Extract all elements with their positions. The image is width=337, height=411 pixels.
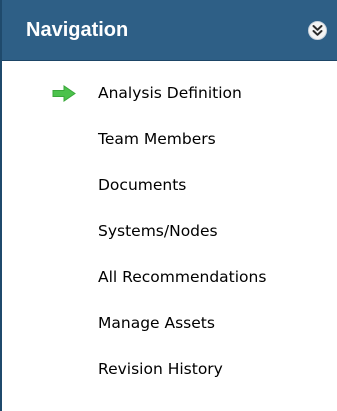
nav-item-label: Documents	[98, 176, 187, 194]
nav-item-label: Manage Assets	[98, 314, 215, 332]
nav-item-team-members[interactable]: Team Members	[2, 107, 337, 153]
nav-item-documents[interactable]: Documents	[2, 153, 337, 199]
navigation-title: Navigation	[26, 19, 129, 41]
nav-item-manage-assets[interactable]: Manage Assets	[2, 291, 337, 337]
green-arrow-right-icon	[52, 85, 76, 102]
nav-item-systems-nodes[interactable]: Systems/Nodes	[2, 199, 337, 245]
navigation-panel: Navigation Analysis Definition Team Memb…	[0, 0, 337, 411]
navigation-header: Navigation	[2, 0, 337, 61]
nav-item-label: All Recommendations	[98, 268, 267, 286]
nav-item-label: Revision History	[98, 360, 223, 378]
double-chevron-down-icon	[312, 25, 323, 36]
nav-item-label: Team Members	[98, 130, 216, 148]
nav-item-revision-history[interactable]: Revision History	[2, 337, 337, 383]
nav-item-analysis-definition[interactable]: Analysis Definition	[2, 61, 337, 107]
navigation-list: Analysis Definition Team Members Documen…	[2, 61, 337, 383]
nav-item-all-recommendations[interactable]: All Recommendations	[2, 245, 337, 291]
nav-item-label: Analysis Definition	[98, 84, 242, 102]
collapse-button[interactable]	[308, 21, 327, 40]
nav-item-label: Systems/Nodes	[98, 222, 218, 240]
